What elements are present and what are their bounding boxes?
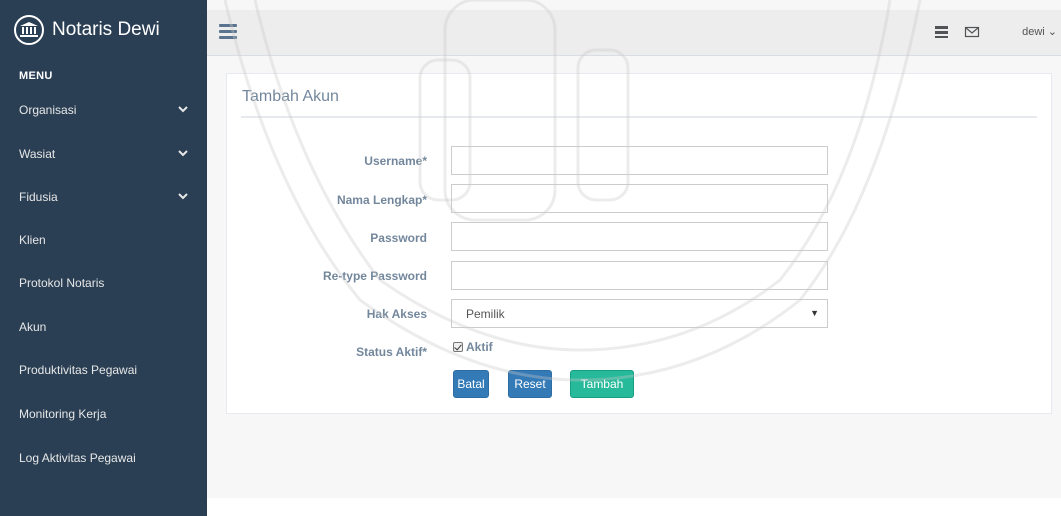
batal-button[interactable]: Batal [453,370,489,398]
envelope-icon[interactable] [964,24,980,40]
password-input[interactable] [451,222,828,251]
username-input[interactable] [451,146,828,175]
nama-lengkap-input[interactable] [451,184,828,213]
app-page: Notaris Dewi MENU Organisasi Wasiat Fidu… [0,0,1061,516]
tambah-button[interactable]: Tambah [570,370,634,398]
sidebar: Notaris Dewi MENU Organisasi Wasiat Fidu… [0,0,207,516]
sidebar-item-organisasi[interactable]: Organisasi [0,95,207,125]
sidebar-item-label: Organisasi [19,103,77,117]
chevron-down-icon: ⌄ [1047,26,1057,38]
panel-divider [241,116,1037,118]
add-account-panel: Tambah Akun Username* Nama Lengkap* Pass… [226,73,1052,414]
hak-akses-label: Hak Akses [366,307,427,321]
sidebar-item-wasiat[interactable]: Wasiat [0,139,207,169]
username-label: Username* [364,154,427,168]
chevron-down-icon [178,106,188,113]
menu-icon[interactable] [219,24,237,40]
sidebar-item-label: Wasiat [19,147,56,161]
status-aktif-label: Status Aktif* [356,345,427,359]
sidebar-item-produktivitas-pegawai[interactable]: Produktivitas Pegawai [0,355,207,385]
status-aktif-field: Aktif [453,340,493,354]
sidebar-item-akun[interactable]: Akun [0,312,207,342]
sidebar-item-fidusia[interactable]: Fidusia [0,182,207,212]
menu-heading: MENU [19,70,53,82]
retype-password-input[interactable] [451,261,828,290]
sidebar-item-label: Akun [19,320,47,334]
hak-akses-select[interactable]: Pemilik ▼ [451,299,828,328]
reset-button[interactable]: Reset [508,370,552,398]
password-label: Password [370,231,427,245]
brand-title: Notaris Dewi [52,19,160,40]
sidebar-item-klien[interactable]: Klien [0,225,207,255]
bank-icon [14,15,44,45]
sidebar-item-protokol-notaris[interactable]: Protokol Notaris [0,268,207,298]
sidebar-item-label: Protokol Notaris [19,276,105,290]
nama-lengkap-label: Nama Lengkap* [336,193,427,207]
brand[interactable]: Notaris Dewi [14,14,160,46]
retype-password-label: Re-type Password [322,269,427,283]
panel-title: Tambah Akun [242,88,339,105]
caret-down-icon: ▼ [810,308,819,318]
status-aktif-checkbox[interactable] [453,342,463,352]
sidebar-item-label: Log Aktivitas Pegawai [19,451,136,465]
chevron-down-icon [178,193,188,200]
user-name: dewi [1022,26,1045,38]
status-aktif-checkbox-label[interactable]: Aktif [466,340,493,354]
sidebar-item-monitoring-kerja[interactable]: Monitoring Kerja [0,399,207,429]
sidebar-item-label: Monitoring Kerja [19,407,107,421]
sidebar-item-log-aktivitas-pegawai[interactable]: Log Aktivitas Pegawai [0,443,207,473]
user-menu[interactable]: dewi ⌄ [1022,25,1057,38]
top-navbar: dewi ⌄ [207,10,1061,56]
hak-akses-value: Pemilik [466,306,505,321]
sidebar-item-label: Fidusia [19,190,58,204]
sidebar-item-label: Klien [19,233,46,247]
footer-strip [207,498,1061,516]
sidebar-item-label: Produktivitas Pegawai [19,363,138,377]
list-icon[interactable] [934,24,950,40]
chevron-down-icon [178,150,188,157]
